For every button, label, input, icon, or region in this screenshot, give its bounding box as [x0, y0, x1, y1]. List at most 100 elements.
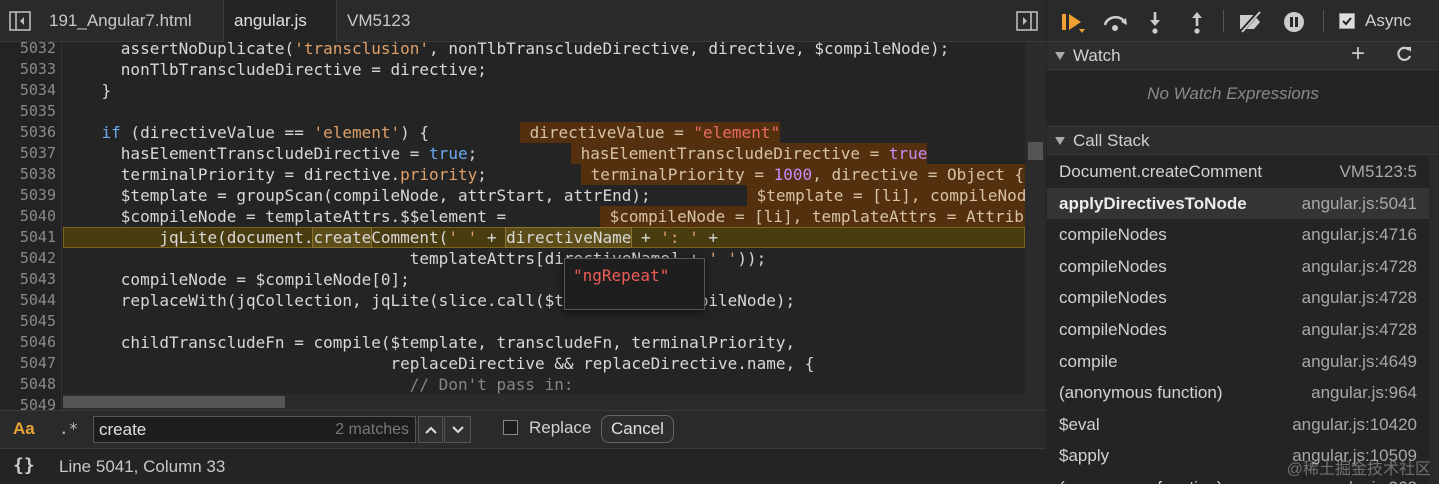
step-into-icon[interactable] — [1143, 8, 1167, 36]
line-number[interactable]: 5040 — [0, 206, 56, 227]
frame-location[interactable]: angular.js:4728 — [1302, 282, 1417, 313]
line-number[interactable]: 5038 — [0, 164, 56, 185]
pretty-print-button[interactable]: {} — [13, 455, 35, 476]
line-number[interactable]: 5039 — [0, 185, 56, 206]
line-number[interactable]: 5036 — [0, 122, 56, 143]
code-line: terminalPriority = directive.priority; — [63, 165, 487, 184]
chevron-down-icon — [451, 425, 464, 433]
status-bar: {} Line 5041, Column 33 — [0, 448, 1046, 484]
async-label: Async — [1365, 11, 1412, 30]
search-input[interactable]: create — [99, 420, 146, 440]
line-number[interactable]: 5033 — [0, 59, 56, 80]
frame-function: $apply — [1059, 446, 1110, 466]
call-stack-section-header[interactable]: Call Stack — [1047, 126, 1439, 155]
step-out-icon[interactable] — [1185, 8, 1209, 36]
tab-angular-js[interactable]: angular.js — [223, 0, 337, 42]
line-number[interactable]: 5047 — [0, 353, 56, 374]
frame-location[interactable]: angular.js:964 — [1311, 377, 1417, 408]
pause-on-exceptions-icon[interactable] — [1279, 8, 1309, 36]
frame-function: compileNodes — [1059, 256, 1167, 276]
checkmark-icon — [1342, 17, 1352, 26]
frame-function: (anonymous function) — [1059, 472, 1222, 484]
line-number[interactable]: 5032 — [0, 42, 56, 59]
line-number[interactable]: 5035 — [0, 101, 56, 122]
tab-vm5123[interactable]: VM5123 — [338, 0, 428, 42]
call-frame[interactable]: compileNodes angular.js:4728 — [1047, 251, 1429, 283]
code-line: compileNode = $compileNode[0]; — [63, 270, 410, 289]
inline-value: $template = [li], compileNode = li — [747, 185, 1025, 206]
frame-location[interactable]: angular.js:5041 — [1302, 188, 1417, 219]
toggle-navigator-icon[interactable] — [8, 10, 32, 32]
inline-value: terminalPriority = 1000, directive = Obj… — [581, 164, 1025, 185]
line-number[interactable]: 5046 — [0, 332, 56, 353]
call-frame[interactable]: (anonymous function) angular.js:964 — [1047, 377, 1429, 409]
line-number[interactable]: 5042 — [0, 248, 56, 269]
call-frame[interactable]: Document.createComment VM5123:5 — [1047, 156, 1429, 188]
call-frame[interactable]: $eval angular.js:10420 — [1047, 409, 1429, 441]
frame-function: compileNodes — [1059, 320, 1167, 339]
regex-toggle[interactable]: .* — [59, 419, 78, 438]
match-case-toggle[interactable]: Aa — [13, 419, 35, 439]
call-frame-selected[interactable]: applyDirectivesToNode angular.js:5041 — [1047, 187, 1429, 220]
tab-191-angular7-html[interactable]: 191_Angular7.html — [40, 0, 218, 42]
deactivate-breakpoints-icon[interactable] — [1235, 8, 1267, 36]
frame-function: compileNodes — [1059, 288, 1167, 308]
expand-triangle-icon — [1055, 137, 1065, 145]
frame-location[interactable]: angular.js:4649 — [1302, 346, 1417, 377]
call-frame[interactable]: compile angular.js:4649 — [1047, 346, 1429, 378]
line-number-gutter[interactable]: 5032 5033 5034 5035 5036 5037 5038 5039 … — [0, 42, 62, 410]
code-line: $template = groupScan(compileNode, attrS… — [63, 186, 651, 205]
frame-location[interactable]: angular.js:10420 — [1292, 409, 1417, 440]
frame-location[interactable]: angular.js:4728 — [1302, 251, 1417, 282]
watch-section-header[interactable]: Watch + — [1047, 40, 1439, 70]
toolbar-divider — [1323, 10, 1324, 32]
frame-function: applyDirectivesToNode — [1059, 193, 1247, 213]
line-number[interactable]: 5043 — [0, 269, 56, 290]
popover-value: "ngRepeat" — [573, 266, 670, 285]
frame-location[interactable]: angular.js:4728 — [1302, 314, 1417, 345]
inline-value: directiveValue = "element" — [520, 122, 781, 143]
cursor-position: Line 5041, Column 33 — [59, 457, 226, 476]
line-number[interactable]: 5037 — [0, 143, 56, 164]
match-count: 2 matches — [335, 421, 409, 438]
cancel-button[interactable]: Cancel — [601, 415, 674, 443]
frame-location[interactable]: angular.js:4716 — [1302, 219, 1417, 250]
line-number[interactable]: 5041 — [0, 227, 56, 248]
call-frame[interactable]: compileNodes angular.js:4716 — [1047, 219, 1429, 251]
scrollbar-thumb[interactable] — [63, 396, 285, 408]
code-line: } — [63, 81, 112, 100]
frame-location[interactable]: VM5123:5 — [1340, 156, 1418, 187]
editor-horizontal-scrollbar[interactable] — [63, 394, 1025, 410]
code-line: hasElementTranscludeDirective = true; — [63, 144, 478, 163]
refresh-icon[interactable] — [1395, 45, 1413, 68]
line-number[interactable]: 5034 — [0, 80, 56, 101]
expand-triangle-icon — [1055, 52, 1065, 60]
code-line: if (directiveValue == 'element') { — [101, 123, 449, 142]
line-number[interactable]: 5048 — [0, 374, 56, 395]
debugger-toolbar: Async — [1047, 0, 1439, 42]
call-frame[interactable]: compileNodes angular.js:4728 — [1047, 282, 1429, 314]
next-match-button[interactable] — [444, 416, 471, 443]
code-area[interactable]: assertNoDuplicate('transclusion', nonTlb… — [63, 42, 1025, 410]
resume-icon[interactable] — [1057, 8, 1089, 36]
frame-function: Document.createComment — [1059, 162, 1263, 181]
replace-checkbox[interactable] — [503, 420, 518, 435]
line-number[interactable]: 5044 — [0, 290, 56, 311]
line-number[interactable]: 5049 — [0, 395, 56, 410]
inline-value: hasElementTranscludeDirective = true — [571, 143, 928, 164]
async-checkbox[interactable] — [1339, 13, 1355, 29]
add-watch-icon[interactable]: + — [1351, 40, 1365, 68]
code-line: nonTlbTranscludeDirective = directive; — [63, 60, 487, 79]
tab-label: angular.js — [234, 11, 307, 30]
call-frame[interactable]: compileNodes angular.js:4728 — [1047, 314, 1429, 346]
line-number[interactable]: 5045 — [0, 311, 56, 332]
scrollbar-thumb[interactable] — [1028, 142, 1043, 160]
toggle-debugger-icon[interactable] — [1014, 10, 1040, 32]
frame-function: compile — [1059, 351, 1118, 371]
code-line: jqLite(document.createComment(' ' + dire… — [63, 227, 719, 248]
editor-vertical-scrollbar[interactable] — [1025, 42, 1046, 410]
step-over-icon[interactable] — [1099, 8, 1131, 36]
sidebar-scrollbar[interactable] — [1429, 156, 1439, 484]
search-input-box[interactable]: create 2 matches — [93, 416, 416, 443]
previous-match-button[interactable] — [418, 416, 443, 443]
